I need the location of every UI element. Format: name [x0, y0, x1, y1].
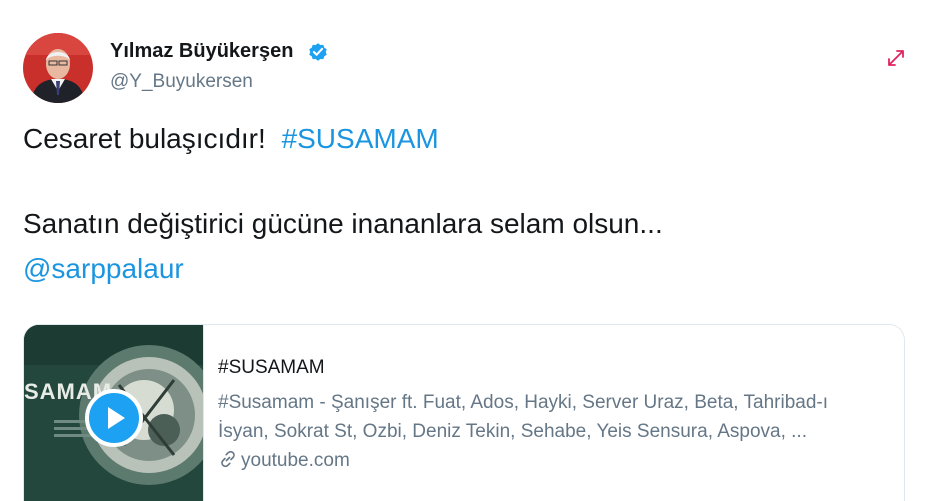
card-domain-text: youtube.com: [241, 450, 350, 471]
mention-link[interactable]: @sarppalaur: [23, 253, 184, 285]
link-icon: [221, 450, 235, 468]
tweet-text-line-2: Sanatın değiştirici gücüne inananlara se…: [23, 208, 663, 239]
tweet-text: Cesaret bulaşıcıdır!: [23, 123, 266, 154]
card-description-line-1: #Susamam - Şanışer ft. Fuat, Ados, Hayki…: [218, 392, 829, 413]
card-title: #SUSAMAM: [218, 357, 325, 378]
avatar[interactable]: [23, 33, 93, 103]
more-options-button[interactable]: [883, 45, 909, 71]
card-description: #Susamam - Şanışer ft. Fuat, Ados, Hayki…: [218, 388, 828, 446]
play-button[interactable]: [85, 389, 143, 447]
author-name[interactable]: Yılmaz Büyükerşen: [110, 40, 293, 63]
author-handle[interactable]: @Y_Buyukersen: [110, 71, 253, 93]
tweet-text-line-1: Cesaret bulaşıcıdır! #SUSAMAM: [23, 123, 439, 155]
card-thumbnail: SAMAM: [24, 325, 203, 501]
caret-more-icon: [888, 50, 904, 66]
play-icon: [108, 407, 125, 429]
avatar-image: [23, 33, 93, 103]
verified-badge-icon: [309, 43, 327, 61]
card-body[interactable]: #SUSAMAM #Susamam - Şanışer ft. Fuat, Ad…: [203, 325, 904, 501]
card-domain: youtube.com: [218, 449, 350, 472]
link-preview-card[interactable]: SAMAM #SUSAMAM #Susamam - Şanışer ft. Fu…: [23, 324, 905, 501]
card-description-line-2: İsyan, Sokrat St, Ozbi, Deniz Tekin, Seh…: [218, 421, 807, 442]
hashtag-link[interactable]: #SUSAMAM: [282, 123, 439, 154]
